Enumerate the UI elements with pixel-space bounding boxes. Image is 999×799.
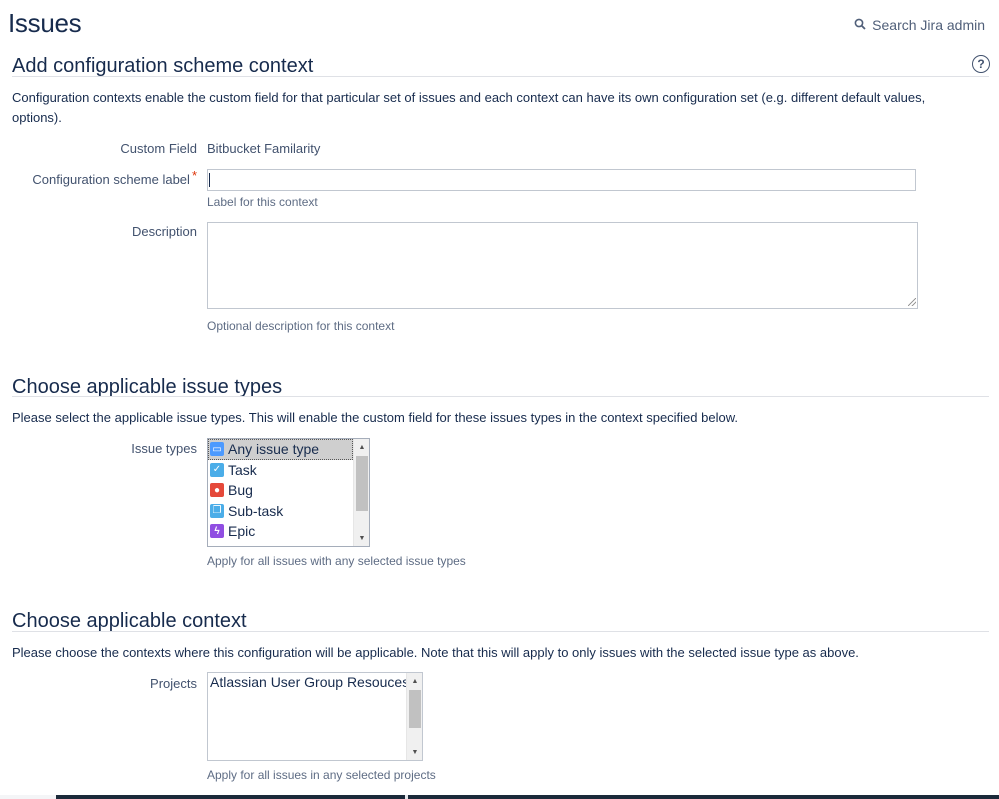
help-icon[interactable]: ?	[972, 55, 990, 73]
scroll-thumb[interactable]	[356, 456, 368, 511]
issue-types-listbox[interactable]: ▭ Any issue type ✓ Task ● Bug ❐ Sub-task ϟ Epic ▲…	[207, 438, 370, 547]
page-title: Issues	[8, 8, 82, 38]
scroll-up-arrow[interactable]: ▲	[354, 439, 369, 455]
description-hint: Optional description for this context	[207, 319, 395, 333]
issue-type-option[interactable]: ϟ Epic	[208, 521, 353, 542]
project-option[interactable]: Atlassian User Group Resouces	[208, 673, 409, 691]
section-title-context: Choose applicable context	[12, 610, 247, 632]
text-caret	[209, 173, 210, 187]
custom-field-label: Custom Field	[120, 141, 197, 156]
section-description: Please choose the contexts where this co…	[12, 645, 859, 660]
projects-scrollbar[interactable]: ▲ ▼	[406, 673, 422, 760]
custom-field-value: Bitbucket Familarity	[207, 141, 321, 156]
resize-grip[interactable]	[908, 298, 916, 306]
section-divider	[12, 76, 989, 77]
project-options: Atlassian User Group Resouces	[208, 673, 422, 691]
section-description: Please select the applicable issue types…	[12, 410, 738, 425]
search-admin-link[interactable]: Search Jira admin	[854, 17, 985, 33]
issue-type-label: Epic	[228, 523, 256, 540]
section-title-add-context: Add configuration scheme context	[12, 55, 314, 77]
issue-types-label: Issue types	[131, 441, 197, 456]
issue-type-option[interactable]: ▭ Any issue type	[208, 439, 353, 460]
bug-icon: ●	[210, 483, 224, 498]
task-icon: ✓	[210, 462, 224, 477]
issue-type-option[interactable]: ✓ Task	[208, 460, 353, 481]
section-divider	[12, 631, 989, 632]
search-admin-label: Search Jira admin	[872, 17, 985, 33]
projects-hint: Apply for all issues in any selected pro…	[207, 768, 436, 782]
scroll-down-arrow[interactable]: ▼	[407, 744, 422, 760]
scheme-label-text: Configuration scheme label	[32, 172, 190, 187]
issue-type-label: Bug	[228, 482, 253, 499]
scroll-up-arrow[interactable]: ▲	[407, 673, 422, 689]
description-label: Description	[131, 224, 197, 239]
subtask-icon: ❐	[210, 503, 224, 518]
required-marker: *	[191, 168, 197, 183]
section-divider	[12, 396, 989, 397]
description-textarea[interactable]	[207, 222, 918, 309]
scroll-down-arrow[interactable]: ▼	[354, 530, 369, 546]
scheme-label-hint: Label for this context	[207, 195, 318, 209]
issue-types-scrollbar[interactable]: ▲ ▼	[353, 439, 369, 546]
issue-type-option[interactable]: ❐ Sub-task	[208, 501, 353, 522]
scheme-label-input[interactable]	[207, 169, 916, 191]
issue-type-options: ▭ Any issue type ✓ Task ● Bug ❐ Sub-task ϟ Epic	[208, 439, 369, 542]
issue-type-label: Any issue type	[228, 441, 320, 458]
scheme-label-label: Configuration scheme label *	[32, 168, 197, 187]
search-icon	[854, 17, 866, 33]
epic-icon: ϟ	[210, 524, 224, 539]
projects-label: Projects	[150, 676, 197, 691]
issue-type-option[interactable]: ● Bug	[208, 480, 353, 501]
projects-listbox[interactable]: Atlassian User Group Resouces ▲ ▼	[207, 672, 423, 761]
bottom-bar	[0, 795, 999, 799]
scroll-thumb[interactable]	[409, 690, 421, 728]
issue-types-hint: Apply for all issues with any selected i…	[207, 554, 466, 568]
issue-type-label: Task	[228, 461, 257, 478]
issue-type-label: Sub-task	[228, 502, 284, 519]
section-description: Configuration contexts enable the custom…	[12, 90, 926, 125]
any-issue-type-icon: ▭	[210, 442, 224, 457]
